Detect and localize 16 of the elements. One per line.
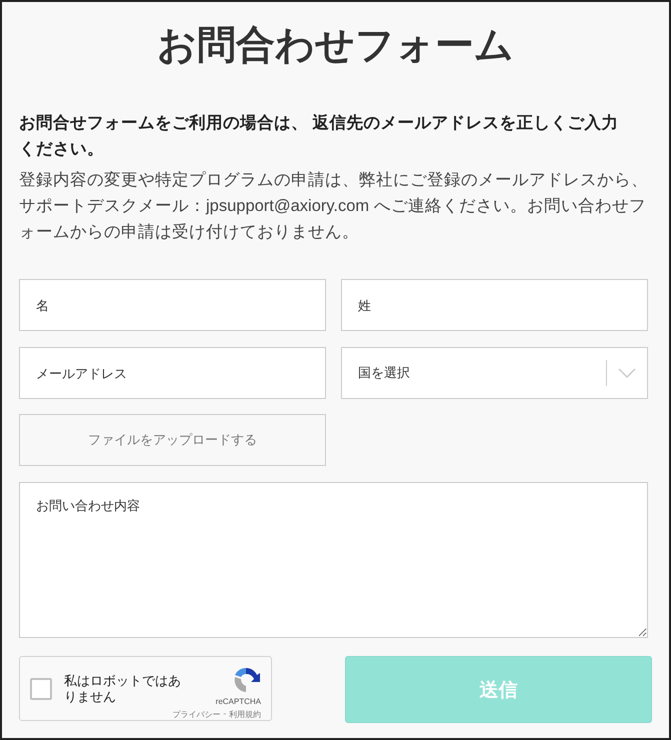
terms-link[interactable]: 利用規約	[229, 709, 261, 720]
page-title: お問合わせフォーム	[156, 23, 515, 69]
country-select[interactable]: 国を選択	[341, 347, 648, 399]
text-field[interactable]: メールアドレス	[19, 347, 326, 399]
text-field[interactable]: 名	[19, 279, 326, 331]
captcha-checkbox[interactable]	[30, 678, 52, 700]
text-field[interactable]: 姓	[341, 279, 648, 331]
link-separator: -	[223, 709, 226, 720]
description-text: 登録内容の変更や特定プログラムの申請は、弊社にご登録のメールアドレスから、サポートデスクメール：jpsupport@axiory.com へご連絡ください。お問い合わせフォームからの申請は受け付けておりません。	[19, 170, 649, 243]
message-field[interactable]: お問い合わせ内容	[19, 482, 648, 638]
chevron-down-icon	[618, 368, 636, 378]
privacy-link[interactable]: プライバシー	[172, 709, 220, 720]
upload-button[interactable]: ファイルをアップロードする	[19, 414, 326, 466]
notice-text: お問合せフォームをご利用の場合は、 返信先のメールアドレスを正しくご入力ください。	[19, 112, 619, 160]
recaptcha-brand: reCAPTCHA	[216, 697, 261, 706]
captcha-label: 私はロボットではありません	[64, 672, 182, 704]
